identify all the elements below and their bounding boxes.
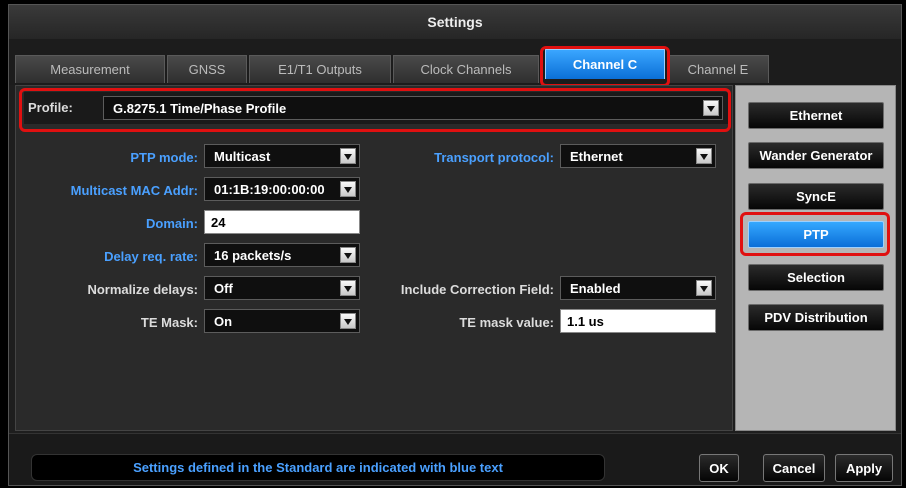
ptp-mode-label: PTP mode: bbox=[130, 150, 198, 165]
include-correction-dropdown[interactable]: Enabled bbox=[560, 276, 716, 300]
include-correction-value: Enabled bbox=[570, 280, 621, 296]
standard-notice: Settings defined in the Standard are ind… bbox=[31, 454, 605, 481]
domain-input[interactable]: 24 bbox=[204, 210, 360, 234]
dropdown-arrow-icon[interactable] bbox=[340, 247, 356, 263]
dropdown-arrow-icon[interactable] bbox=[696, 280, 712, 296]
selection-button[interactable]: Selection bbox=[748, 264, 884, 291]
profile-highlight bbox=[19, 88, 731, 132]
transport-protocol-label: Transport protocol: bbox=[434, 150, 554, 165]
delay-req-rate-value: 16 packets/s bbox=[214, 247, 292, 263]
channel-c-highlight bbox=[540, 46, 670, 87]
te-mask-value: On bbox=[214, 313, 233, 329]
tab-bar: Measurement GNSS E1/T1 Outputs Clock Cha… bbox=[9, 39, 901, 87]
transport-protocol-dropdown[interactable]: Ethernet bbox=[560, 144, 716, 168]
multicast-mac-value: 01:1B:19:00:00:00 bbox=[214, 181, 325, 197]
side-panel: Ethernet Wander Generator SyncE PTP Sele… bbox=[735, 85, 896, 431]
domain-label: Domain: bbox=[146, 216, 198, 231]
normalize-delays-dropdown[interactable]: Off bbox=[204, 276, 360, 300]
dropdown-arrow-icon[interactable] bbox=[340, 181, 356, 197]
ethernet-button[interactable]: Ethernet bbox=[748, 102, 884, 129]
te-mask-dropdown[interactable]: On bbox=[204, 309, 360, 333]
dropdown-arrow-icon[interactable] bbox=[340, 148, 356, 164]
tab-channel-e[interactable]: Channel E bbox=[667, 55, 769, 83]
multicast-mac-label: Multicast MAC Addr: bbox=[70, 183, 198, 198]
ptp-highlight bbox=[740, 212, 890, 256]
pdv-distribution-button[interactable]: PDV Distribution bbox=[748, 304, 884, 331]
delay-req-rate-dropdown[interactable]: 16 packets/s bbox=[204, 243, 360, 267]
te-mask-label: TE Mask: bbox=[140, 315, 198, 330]
normalize-delays-value: Off bbox=[214, 280, 233, 296]
multicast-mac-dropdown[interactable]: 01:1B:19:00:00:00 bbox=[204, 177, 360, 201]
synce-button[interactable]: SyncE bbox=[748, 183, 884, 210]
te-mask-value-label: TE mask value: bbox=[459, 315, 554, 330]
settings-window: Settings Measurement GNSS E1/T1 Outputs … bbox=[8, 4, 902, 486]
apply-button[interactable]: Apply bbox=[835, 454, 893, 482]
wander-generator-button[interactable]: Wander Generator bbox=[748, 142, 884, 169]
include-correction-label: Include Correction Field: bbox=[400, 282, 554, 297]
normalize-delays-label: Normalize delays: bbox=[87, 282, 198, 297]
delay-req-rate-label: Delay req. rate: bbox=[104, 249, 198, 264]
dropdown-arrow-icon[interactable] bbox=[340, 280, 356, 296]
ok-button[interactable]: OK bbox=[699, 454, 739, 482]
dropdown-arrow-icon[interactable] bbox=[340, 313, 356, 329]
tab-gnss[interactable]: GNSS bbox=[167, 55, 247, 83]
tab-measurement[interactable]: Measurement bbox=[15, 55, 165, 83]
tab-e1t1-outputs[interactable]: E1/T1 Outputs bbox=[249, 55, 391, 83]
footer-bar: Settings defined in the Standard are ind… bbox=[9, 433, 901, 485]
transport-protocol-value: Ethernet bbox=[570, 148, 623, 164]
window-title: Settings bbox=[9, 5, 901, 39]
cancel-button[interactable]: Cancel bbox=[763, 454, 825, 482]
te-mask-value-input[interactable]: 1.1 us bbox=[560, 309, 716, 333]
channel-settings-panel: Profile: G.8275.1 Time/Phase Profile PTP… bbox=[15, 85, 733, 431]
ptp-mode-value: Multicast bbox=[214, 148, 271, 164]
ptp-mode-dropdown[interactable]: Multicast bbox=[204, 144, 360, 168]
tab-clock-channels[interactable]: Clock Channels bbox=[393, 55, 539, 83]
dropdown-arrow-icon[interactable] bbox=[696, 148, 712, 164]
